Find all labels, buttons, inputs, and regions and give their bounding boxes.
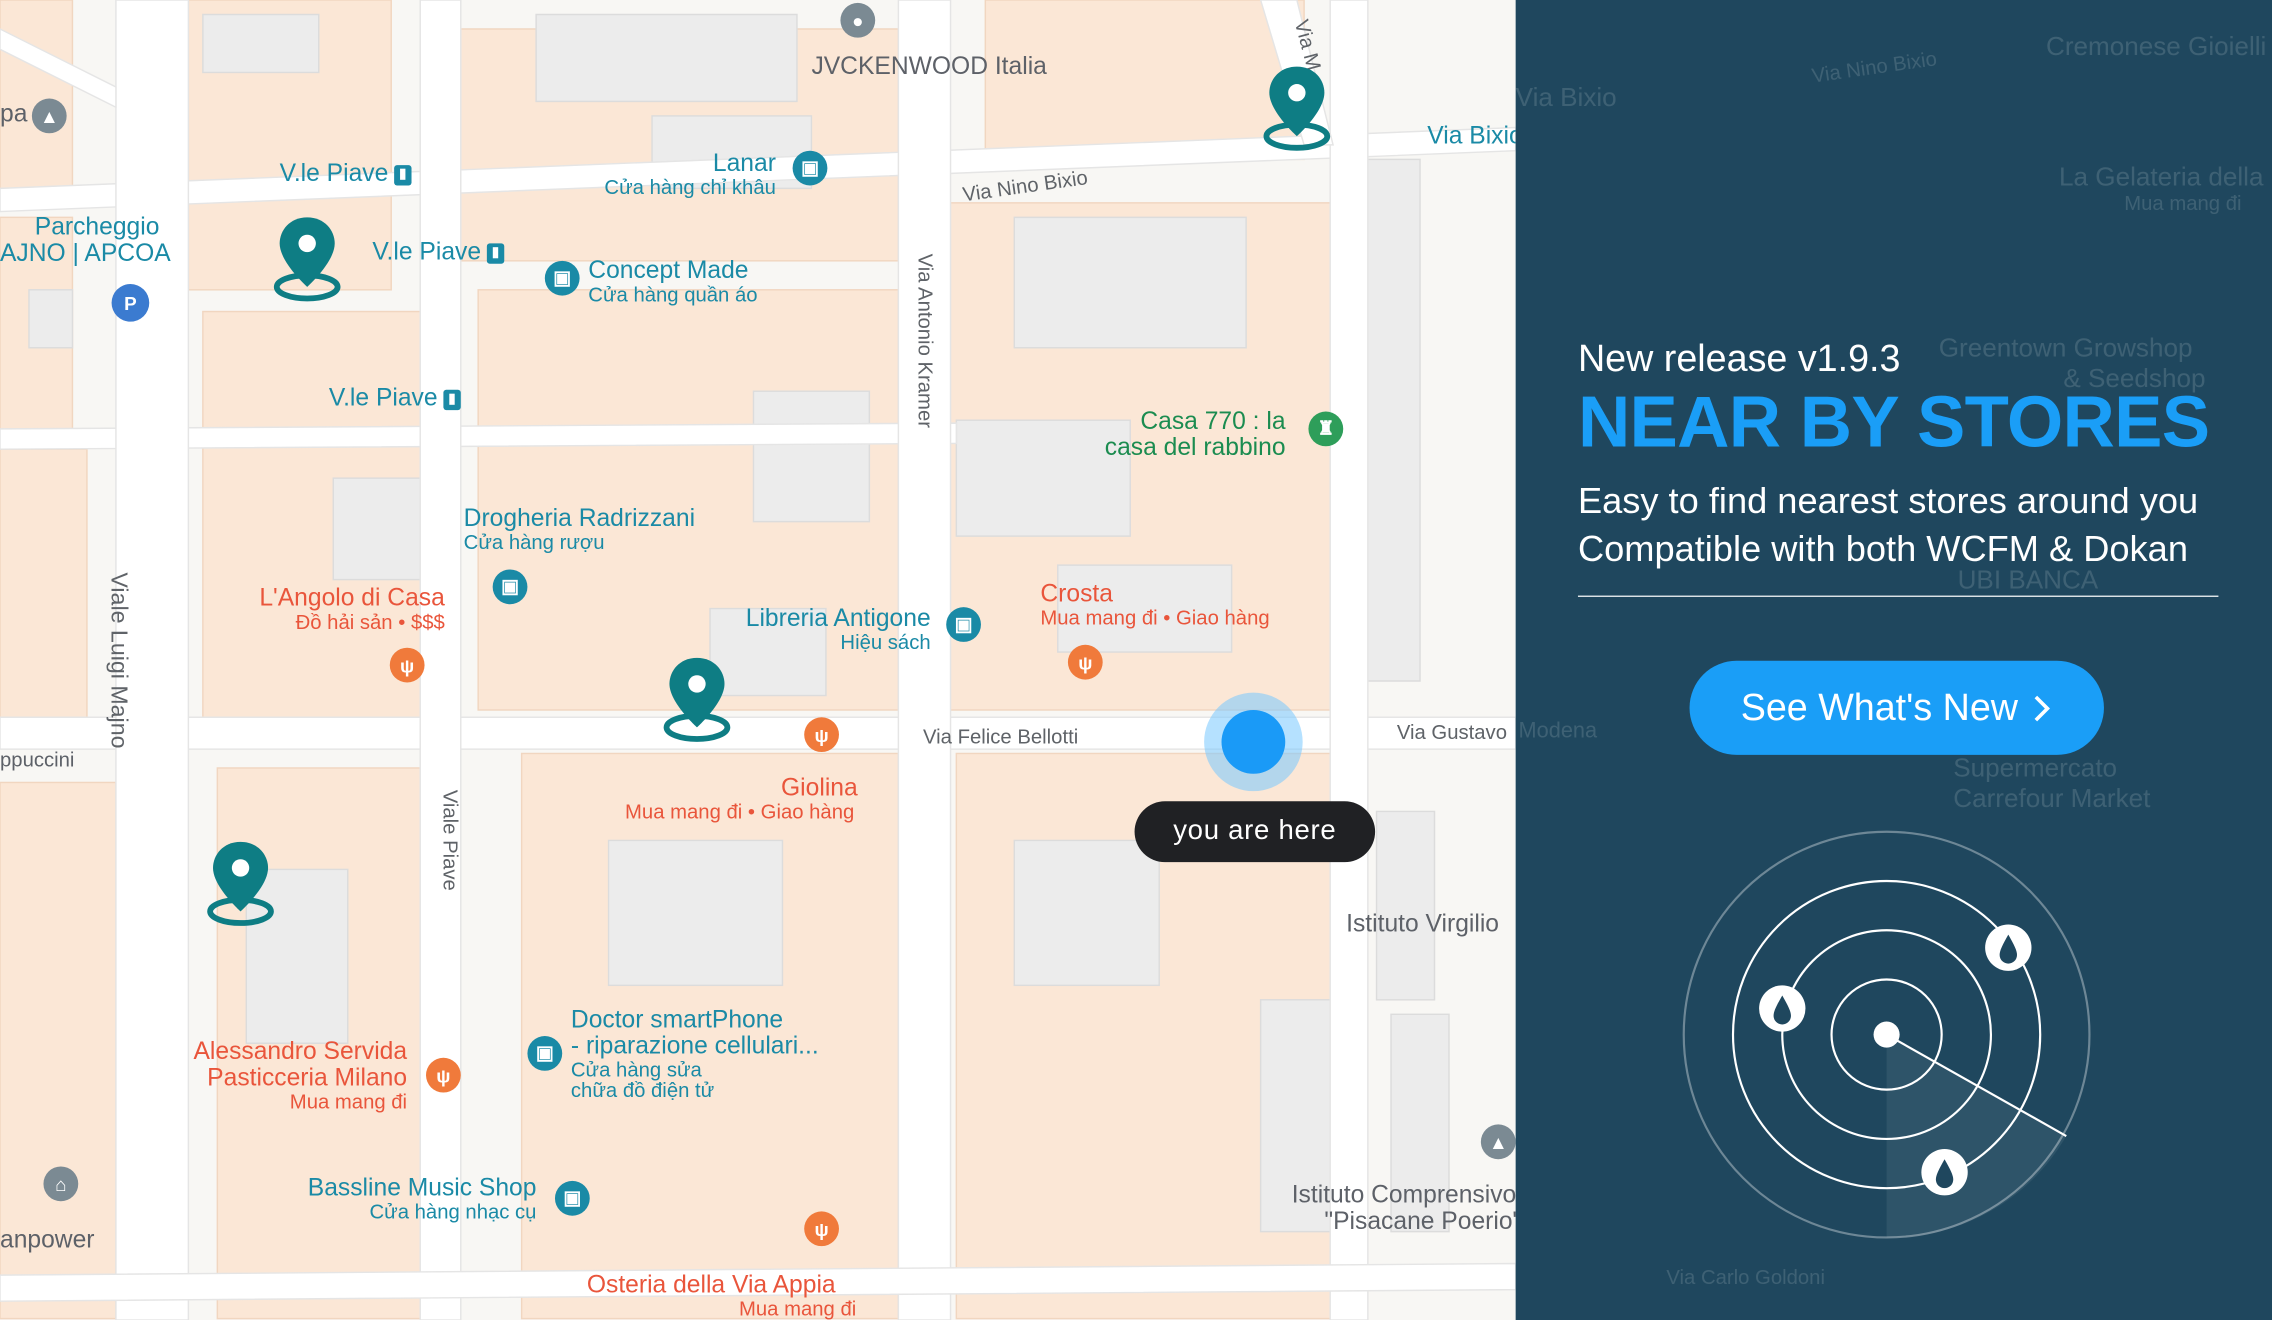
drop-icon bbox=[1985, 924, 2032, 971]
transit-label-piave-a: V.le Piave ▮ bbox=[280, 160, 412, 187]
faint-label-cremonese: Cremonese Gioielli bbox=[2045, 31, 2267, 61]
shopping-bag-icon: ▣ bbox=[527, 1036, 563, 1071]
poi-bassline[interactable]: Bassline Music Shop Cửa hàng nhạc cụ bbox=[287, 1175, 537, 1222]
fork-knife-icon: ψ bbox=[1067, 644, 1103, 680]
tram-icon: ▮ bbox=[486, 242, 505, 264]
description-line-2: Compatible with both WCFM & Dokan bbox=[1577, 528, 2188, 570]
faint-label-carlo-goldoni: Via Carlo Goldoni bbox=[1666, 1264, 1825, 1289]
transit-label-piave-b: V.le Piave ▮ bbox=[372, 238, 505, 265]
poi-ppuccini[interactable]: ppuccini bbox=[0, 749, 74, 770]
faint-label-bixio: Via Bixio bbox=[1515, 82, 1617, 112]
poi-giolina[interactable]: Giolina Mua mang đi • Giao hàng bbox=[622, 775, 858, 822]
drop-icon bbox=[1759, 985, 1806, 1032]
poi-drogheria[interactable]: Drogheria Radrizzani Cửa hàng rượu bbox=[464, 505, 695, 553]
fork-knife-icon: ψ bbox=[804, 717, 839, 753]
fork-knife-icon: ψ bbox=[389, 647, 425, 683]
poi-concept-made[interactable]: Concept Made Cửa hàng quần áo bbox=[588, 257, 757, 305]
poi-jvckenwood[interactable]: JVCKENWOOD Italia bbox=[811, 53, 1046, 80]
faint-label-modena: Modena bbox=[1518, 718, 1598, 744]
faint-label-gelateria: La Gelateria della bbox=[2059, 162, 2264, 192]
poi-istituto-pisacane[interactable]: Istituto Comprensivo "Pisacane Poerio" bbox=[1287, 1182, 1516, 1234]
faint-label-gelateria-sub: Mua mang đi bbox=[2124, 191, 2242, 215]
fork-knife-icon: ψ bbox=[426, 1057, 461, 1093]
shopping-bag-icon: ▣ bbox=[554, 1180, 590, 1216]
museum-icon: ⌂ bbox=[43, 1166, 79, 1202]
graduation-cap-icon: ▲ bbox=[31, 98, 67, 134]
poi-pa[interactable]: pa bbox=[0, 101, 27, 127]
transit-label-piave-c: V.le Piave ▮ bbox=[329, 385, 461, 411]
faint-label-supermercato-2: Carrefour Market bbox=[1953, 783, 2151, 813]
divider bbox=[1577, 595, 2219, 597]
release-version: New release v1.9.3 bbox=[1577, 336, 1901, 380]
street-label-viale-piave: Viale Piave bbox=[439, 789, 463, 891]
shopping-bag-icon: ▣ bbox=[544, 260, 580, 296]
you-are-here-tooltip: you are here bbox=[1134, 801, 1376, 863]
promo-panel: Cremonese Gioielli Via Nino Bixio Via Bi… bbox=[1515, 0, 2272, 1320]
graduation-cap-icon: ▲ bbox=[1480, 1124, 1516, 1160]
castle-icon: ♜ bbox=[1308, 411, 1344, 447]
poi-angolo-di-casa[interactable]: L'Angolo di Casa Đồ hải sản • $$$ bbox=[246, 585, 444, 632]
radar-icon bbox=[1682, 830, 2091, 1239]
faint-label-greentown-1: Greentown Growshop bbox=[1938, 333, 2193, 363]
drop-icon bbox=[1921, 1149, 1968, 1196]
store-pin-4[interactable] bbox=[204, 836, 276, 929]
poi-lanar[interactable]: Lanar Cửa hàng chỉ khâu bbox=[603, 150, 775, 198]
see-whats-new-label: See What's New bbox=[1740, 685, 2019, 729]
poi-istituto-virgilio[interactable]: Istituto Virgilio bbox=[1346, 911, 1499, 937]
faint-label-supermercato-1: Supermercato bbox=[1953, 753, 2118, 783]
fork-knife-icon: ψ bbox=[804, 1211, 839, 1247]
transit-label-bixio: Via Bixio▮ bbox=[1427, 123, 1515, 149]
street-label-antonio-kramer: Via Antonio Kramer bbox=[914, 253, 938, 428]
chevron-right-icon bbox=[2034, 694, 2050, 721]
poi-casa-770[interactable]: Casa 770 : la casa del rabbino bbox=[1095, 408, 1286, 461]
store-pin-1[interactable] bbox=[1261, 61, 1333, 154]
poi-parcheggio[interactable]: Parcheggio AJNO | APCOA bbox=[0, 214, 171, 266]
tram-icon: ▮ bbox=[394, 164, 412, 185]
store-pin-2[interactable] bbox=[271, 212, 343, 305]
tram-icon: ▮ bbox=[443, 389, 461, 410]
poi-doctor-smartphone[interactable]: Doctor smartPhone - riparazione cellulari… bbox=[571, 1007, 819, 1101]
shopping-bag-icon: ▣ bbox=[946, 607, 981, 642]
map-pin-icon: ● bbox=[840, 2, 876, 38]
promo-banner: Via Nino Bixio Via Antonio Kramer Via Fe… bbox=[0, 0, 2272, 1320]
description-line-1: Easy to find nearest stores around you bbox=[1577, 481, 2199, 522]
street-label-felice-bellotti: Via Felice Bellotti bbox=[923, 724, 1079, 748]
poi-crosta[interactable]: Crosta Mua mang đi • Giao hàng bbox=[1040, 581, 1269, 628]
current-location-dot[interactable] bbox=[1221, 710, 1286, 774]
headline: NEAR BY STORES bbox=[1577, 381, 2210, 463]
shopping-bag-icon: ▣ bbox=[792, 150, 828, 186]
poi-alessandro-servida[interactable]: Alessandro Servida Pasticceria Milano Mua … bbox=[180, 1038, 407, 1112]
street-label-gustavo: Via Gustavo bbox=[1396, 720, 1507, 744]
poi-osteria[interactable]: Osteria della Via Appia Mua mang đi bbox=[587, 1272, 856, 1319]
poi-libreria-antigone[interactable]: Libreria Antigone Hiệu sách bbox=[726, 605, 931, 653]
poi-anpower[interactable]: anpower bbox=[0, 1227, 95, 1253]
see-whats-new-button[interactable]: See What's New bbox=[1689, 660, 2104, 755]
street-label-luigi-majno: Viale Luigi Majno bbox=[105, 572, 131, 749]
store-pin-3[interactable] bbox=[661, 652, 733, 745]
shopping-bag-icon: ▣ bbox=[492, 569, 528, 605]
map-view[interactable]: Via Nino Bixio Via Antonio Kramer Via Fe… bbox=[0, 0, 1516, 1320]
faint-label-nino-bixio: Via Nino Bixio bbox=[1810, 46, 1939, 87]
parking-icon: P bbox=[111, 284, 150, 322]
